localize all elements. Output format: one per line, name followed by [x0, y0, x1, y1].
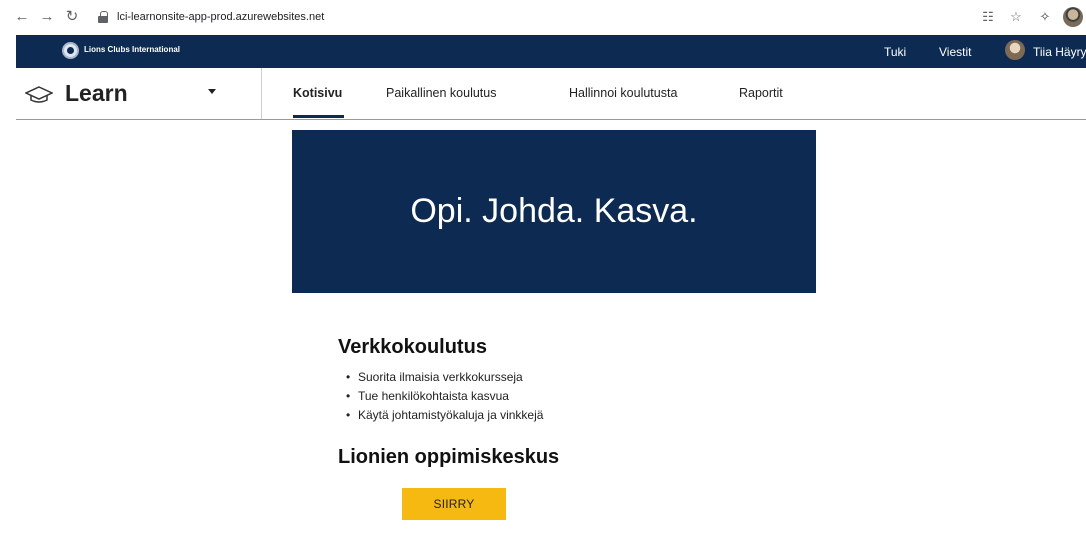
active-tab-indicator	[293, 115, 344, 118]
tab-hallinnoi-koulutusta[interactable]: Hallinnoi koulutusta	[569, 86, 677, 100]
lions-header: Lions Clubs International Tuki Viestit T…	[16, 35, 1086, 68]
learn-title[interactable]: Learn	[65, 80, 128, 107]
learning-center-heading: Lionien oppimiskeskus	[338, 446, 560, 468]
profile-avatar[interactable]	[1063, 7, 1083, 27]
graduation-cap-icon	[25, 86, 53, 103]
learn-nav: Learn Kotisivu Paikallinen koulutus Hall…	[16, 68, 1086, 120]
list-item: Tue henkilökohtaista kasvua	[346, 387, 543, 406]
tab-paikallinen-koulutus[interactable]: Paikallinen koulutus	[386, 86, 497, 100]
online-training-heading: Verkkokoulutus	[338, 336, 487, 358]
org-name[interactable]: Lions Clubs International	[84, 45, 180, 54]
user-avatar[interactable]	[1005, 40, 1025, 60]
hero-text: Opi. Johda. Kasva.	[410, 192, 698, 230]
reload-icon[interactable]: ↻	[63, 8, 81, 26]
support-link[interactable]: Tuki	[884, 45, 906, 59]
url-text[interactable]: lci-learnonsite-app-prod.azurewebsites.n…	[117, 11, 324, 23]
lock-icon	[98, 11, 108, 23]
address-bar[interactable]: lci-learnonsite-app-prod.azurewebsites.n…	[90, 4, 990, 30]
learn-brand: Learn	[16, 68, 262, 119]
messages-link[interactable]: Viestit	[939, 45, 971, 59]
online-training-list: Suorita ilmaisia verkkokursseja Tue henk…	[346, 368, 543, 425]
tab-raportit[interactable]: Raportit	[739, 86, 783, 100]
back-icon[interactable]: ←	[13, 8, 31, 26]
hero-banner: Opi. Johda. Kasva.	[292, 130, 816, 293]
chevron-down-icon[interactable]	[208, 89, 216, 94]
go-button[interactable]: SIIRRY	[402, 488, 506, 520]
list-item: Käytä johtamistyökaluja ja vinkkejä	[346, 406, 543, 425]
list-item: Suorita ilmaisia verkkokursseja	[346, 368, 543, 387]
user-name[interactable]: Tiia Häyry	[1033, 45, 1086, 59]
browser-toolbar: ← → ↻ lci-learnonsite-app-prod.azurewebs…	[0, 0, 1086, 35]
forward-icon[interactable]: →	[38, 8, 56, 26]
lions-logo[interactable]	[62, 42, 79, 59]
translate-icon[interactable]: ☷	[980, 9, 996, 25]
tab-kotisivu[interactable]: Kotisivu	[293, 86, 342, 100]
extensions-icon[interactable]: ✧	[1037, 9, 1053, 25]
star-icon[interactable]: ☆	[1008, 9, 1024, 25]
